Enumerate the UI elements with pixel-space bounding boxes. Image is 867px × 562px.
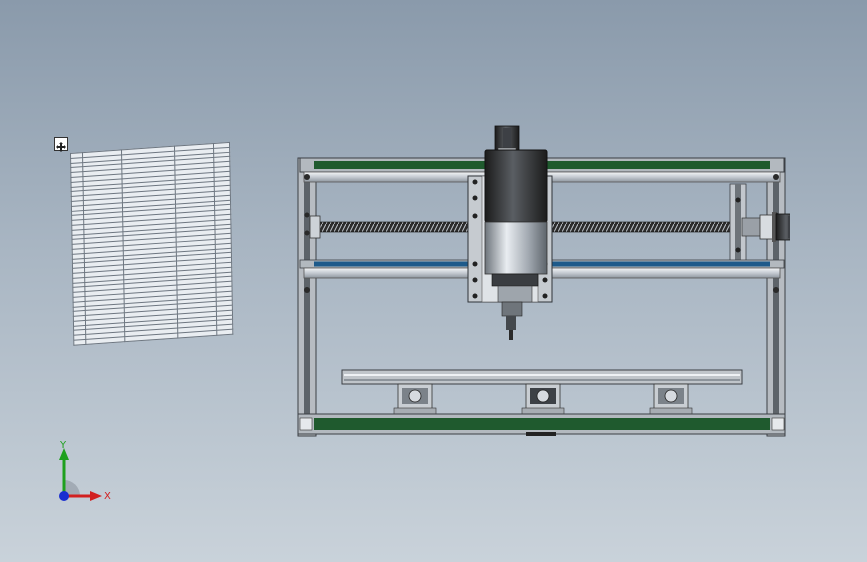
coordinate-triad: Y X xyxy=(59,440,111,502)
move-handle-icon[interactable] xyxy=(54,137,68,152)
y-axis-label: Y xyxy=(59,440,67,451)
bom-grid xyxy=(70,141,234,346)
bed-support-blocks xyxy=(393,383,693,415)
left-frame-upright xyxy=(297,157,317,437)
x-axis-arrowhead-icon xyxy=(90,491,102,501)
x-axis-label: X xyxy=(104,491,111,502)
right-bearing-support xyxy=(729,183,763,263)
work-bed-rail xyxy=(341,369,743,385)
bom-cell xyxy=(73,339,86,346)
x-axis-stepper-motor xyxy=(759,212,790,242)
bill-of-materials-table[interactable] xyxy=(70,141,234,346)
bom-cell xyxy=(216,329,233,336)
right-frame-upright xyxy=(766,157,786,437)
spindle-motor xyxy=(484,149,548,340)
z-axis-dot xyxy=(59,491,69,501)
graphics-viewport[interactable]: Y X xyxy=(0,0,867,562)
bottom-frame-extrusion xyxy=(297,413,786,436)
left-bearing-block xyxy=(309,215,321,239)
cnc-router-model[interactable] xyxy=(290,120,790,445)
